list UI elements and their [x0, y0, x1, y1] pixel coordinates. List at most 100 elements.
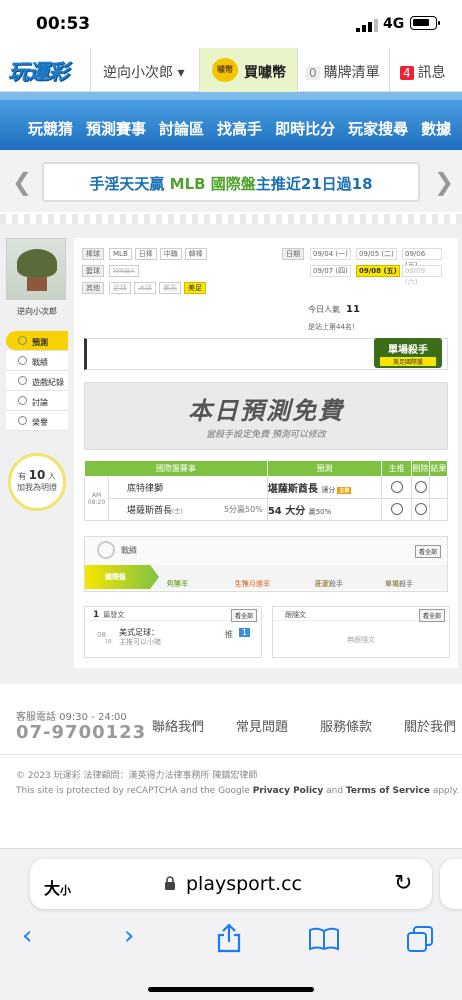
profile-menu-discuss[interactable]: 討論 — [6, 391, 68, 411]
clock: 00:53 — [36, 14, 91, 34]
bookmarks-icon[interactable] — [308, 927, 340, 951]
team-away: 底特律獅 — [107, 476, 209, 499]
nav-item-data[interactable]: 數據 — [421, 118, 451, 139]
col-header-result: 結果 — [429, 460, 448, 477]
filter-label-basketball: 籃球 — [82, 265, 104, 277]
date-chip-active[interactable]: 09/08 (五) — [356, 265, 400, 277]
main-nav: 玩競猜 預測賽事 討論區 找高手 即時比分 玩家搜尋 數據 — [0, 92, 462, 150]
chevron-right-icon[interactable]: ❯ — [434, 168, 454, 196]
footer-link-faq[interactable]: 常見問題 — [236, 720, 288, 735]
target-icon — [97, 541, 115, 559]
messages-button[interactable]: 4 訊息 — [390, 48, 462, 92]
nav-item-forum[interactable]: 討論區 — [159, 118, 204, 139]
share-icon[interactable] — [216, 923, 242, 953]
filter-chip: 冰球 — [134, 282, 156, 294]
service-phone[interactable]: 07-9700123 — [16, 722, 146, 743]
profile-menu-honor[interactable]: 榮譽 — [6, 411, 68, 431]
footer-link-terms[interactable]: 服務條款 — [320, 720, 372, 735]
delete-pick-radio[interactable] — [414, 502, 427, 515]
battery-icon — [410, 16, 440, 30]
filter-chip[interactable]: 韓棒 — [184, 248, 207, 260]
buy-coin-button[interactable]: 噱幣 買噱幣 — [200, 48, 298, 92]
filter-chip[interactable]: 日棒 — [134, 248, 157, 260]
footer-link-about[interactable]: 關於我們 — [404, 720, 456, 735]
follow-lamp-label: 加我為明燈 — [17, 483, 57, 492]
main-pick-radio[interactable] — [390, 502, 403, 515]
coin-icon: 噱幣 — [212, 58, 238, 82]
browser-nav: ‹ › — [0, 921, 462, 961]
filter-chip[interactable]: 中職 — [159, 248, 182, 260]
site-header: 玩運彩 逆向小次郎 ▾ 噱幣 買噱幣 0 購牌清單 4 訊息 — [0, 48, 462, 92]
follow-posts-title: 跟隨文 — [285, 611, 306, 619]
text-size-button[interactable]: 大小 — [44, 875, 71, 899]
stat-value: 1 次 — [385, 580, 399, 588]
date-chip[interactable]: 09/04 (一) — [310, 248, 351, 260]
footer-link-contact[interactable]: 聯絡我們 — [152, 720, 204, 735]
url-host: playsport.cc — [186, 873, 303, 895]
main-pick-tag: 主推 — [337, 487, 352, 494]
reload-icon[interactable]: ↻ — [394, 871, 412, 896]
killer-badge: 單場殺手 美足國際盤 — [374, 338, 442, 368]
tabs-icon[interactable] — [406, 925, 434, 953]
message-count: 4 — [400, 66, 414, 80]
popularity-rank: 是站上第44名！ — [308, 323, 359, 331]
user-menu[interactable]: 逆向小次郎 ▾ — [90, 48, 200, 92]
promo-prefix: 手淫天天贏 — [89, 175, 165, 193]
nav-item-predict[interactable]: 預測賽事 — [86, 118, 146, 139]
post-subtitle: 主推可以小賭 — [119, 638, 161, 646]
caret-down-icon: ▾ — [177, 65, 185, 81]
date-chip[interactable]: 09/05 (二) — [356, 248, 397, 260]
follow-posts-all-button[interactable]: 看全部 — [418, 609, 445, 622]
nav-item-experts[interactable]: 找高手 — [217, 118, 262, 139]
profile-menu-predict[interactable]: 預測 — [6, 331, 68, 351]
status-bar: 00:53 4G — [0, 0, 462, 48]
back-icon[interactable]: ‹ — [22, 921, 32, 951]
table-row: 堪薩斯酋長(主) 5分贏50% 54 大分 贏50% — [85, 498, 448, 521]
list-item[interactable]: 08 18 美式足球： 主推可以小賭 推 1 — [85, 621, 261, 657]
filter-chip[interactable]: MLB — [109, 248, 132, 260]
chevron-left-icon[interactable]: ❮ — [12, 168, 32, 196]
posts-box: 1 篇發文 看全部 08 18 美式足球： 主推可以小賭 推 1 — [84, 606, 262, 658]
nav-item-live-score[interactable]: 即時比分 — [275, 118, 335, 139]
nav-item-quiz[interactable]: 玩競猜 — [28, 118, 73, 139]
game-time: AM 08:20 — [84, 476, 109, 521]
site-logo[interactable]: 玩運彩 — [8, 56, 76, 84]
main-pick-radio[interactable] — [390, 480, 403, 493]
address-bar[interactable]: 大小 playsport.cc ↻ — [30, 859, 432, 909]
browser-toolbar: 大小 playsport.cc ↻ ‹ › — [0, 848, 462, 1000]
service-hours: 客服電話 09:30 - 24:00 — [16, 712, 127, 723]
terms-link[interactable]: Terms of Service — [346, 786, 430, 796]
delete-pick-radio[interactable] — [414, 480, 427, 493]
stats-category: 國際盤 — [105, 573, 126, 581]
game-log-icon — [18, 376, 27, 385]
promo-suffix: 主推近21日過18 — [255, 175, 373, 193]
follow-lamp-button[interactable]: 有 10 人 加我為明燈 — [8, 453, 66, 511]
col-header-event: 國際盤賽事 — [84, 460, 268, 477]
spread: 5分贏50% — [208, 498, 268, 521]
honor-icon — [18, 416, 27, 425]
free-title: 本日預測免費 — [188, 397, 344, 425]
stat-value: 0 次 — [315, 580, 329, 588]
date-chip[interactable]: 09/07 (四) — [310, 265, 351, 277]
profile-menu-game-log[interactable]: 遊戲紀錄 — [6, 371, 68, 391]
date-chip[interactable]: 09/06 (三) — [402, 248, 442, 269]
date-chip: 09/09 (六) — [402, 265, 442, 286]
forward-icon[interactable]: › — [124, 921, 134, 951]
post-count: 1 — [93, 610, 100, 620]
filter-chip: 賽馬 — [159, 282, 181, 294]
promo-banner[interactable]: 手淫天天贏 MLB 國際盤主推近21日過18 — [42, 162, 420, 202]
stats-box: 戰績 看全部 國際盤 月勝率 0 % 主推月勝率 0 % 莊家殺手 0 次 單場… — [84, 536, 448, 592]
stats-all-button[interactable]: 看全部 — [414, 545, 441, 558]
footer-links: 聯絡我們 常見問題 服務條款 關於我們 — [152, 716, 462, 735]
col-header-delete: 刪除 — [411, 460, 430, 477]
popularity-value: 11 — [346, 304, 360, 315]
privacy-link[interactable]: Privacy Policy — [253, 786, 324, 796]
filter-chip-active[interactable]: 美足 — [184, 282, 206, 294]
cart-button[interactable]: 0 購牌清單 — [298, 48, 390, 92]
follow-posts-box: 跟隨文 看全部 無跟隨文 — [272, 606, 450, 658]
nav-item-player-search[interactable]: 玩家搜尋 — [348, 118, 408, 139]
cart-label: 購牌清單 — [323, 65, 380, 81]
signal-icon — [356, 19, 378, 32]
profile-menu-record[interactable]: 戰績 — [6, 351, 68, 371]
profile-menu: 預測 戰績 遊戲紀錄 討論 榮譽 — [6, 331, 68, 431]
